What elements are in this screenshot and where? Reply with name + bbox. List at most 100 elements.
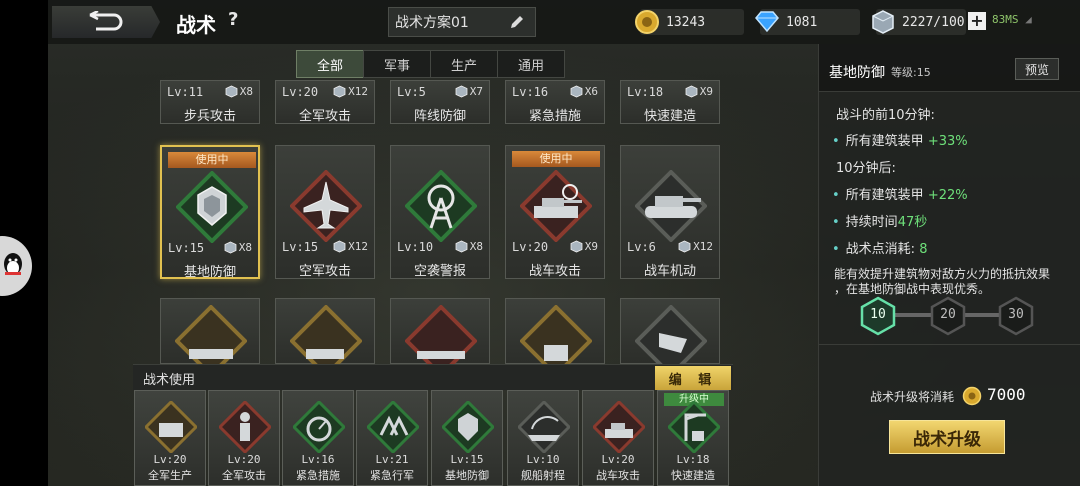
slot-name: 全军生产	[148, 469, 192, 482]
slot-level: Lv:18	[676, 453, 710, 466]
diamond-amount: 1081	[786, 14, 818, 30]
crystal-cube-icon	[455, 240, 468, 253]
loadout-slot[interactable]: Lv:10 舰船射程	[507, 390, 579, 486]
card-level: Lv:20	[282, 85, 319, 99]
upgrade-cost-value: 7000	[987, 385, 1026, 404]
in-use-badge: 使用中	[168, 152, 256, 168]
slot-level: Lv:20	[153, 453, 187, 466]
tier-20-node[interactable]: 20	[928, 296, 968, 336]
gauge-icon	[293, 401, 345, 453]
card-name: 全军攻击	[298, 109, 351, 124]
slot-level: Lv:10	[526, 453, 560, 466]
cost-value: X8	[238, 241, 252, 254]
slot-name: 战车攻击	[596, 469, 640, 482]
bullet-icon: •	[832, 215, 840, 230]
tactic-card[interactable]: Lv:11 X8 步兵攻击	[160, 80, 260, 124]
add-crystal-button[interactable]: +	[968, 12, 986, 30]
tactic-card[interactable]	[620, 298, 720, 377]
tactic-card[interactable]	[505, 298, 605, 377]
cost-value: X8	[469, 240, 483, 253]
crystal-cube-icon	[333, 240, 346, 253]
loadout-slot[interactable]: Lv:15 基地防御	[431, 390, 503, 486]
tactic-card[interactable]: Lv:5 X7 阵线防御	[390, 80, 490, 124]
tactic-card-tank-mobility[interactable]: Lv:6 X12 战车机动	[620, 145, 720, 279]
loadout-slot[interactable]: Lv:20 全军生产	[134, 390, 206, 486]
pencil-icon[interactable]	[509, 13, 525, 31]
tank-target-icon	[520, 170, 592, 242]
crystal-counter: 2227/100	[872, 9, 966, 35]
tab-production[interactable]: 生产	[430, 50, 498, 78]
card-cost: X12	[678, 240, 713, 253]
crystal-cube-icon	[333, 85, 346, 98]
edit-loadout-button[interactable]: 编 辑	[655, 366, 731, 390]
scheme-name-field[interactable]: 战术方案01	[388, 7, 536, 37]
tier-label: 10	[870, 307, 886, 322]
preview-button[interactable]: 预览	[1015, 58, 1059, 80]
tactic-card-air-attack[interactable]: Lv:15 X12 空军攻击	[275, 145, 375, 279]
crane-icon	[668, 401, 720, 453]
cost-value: X12	[348, 85, 368, 98]
game-screen: 战术 ? 战术方案01 13243 1081 2227/100 + 83MS ◢	[0, 0, 1080, 486]
card-level: Lv:5	[397, 85, 426, 99]
loadout-slot[interactable]: Lv:21 紧急行军	[356, 390, 428, 486]
card-level: Lv:6	[627, 240, 656, 254]
loadout-slot[interactable]: Lv:20 战车攻击	[582, 390, 654, 486]
effect-armor-early: • 所有建筑装甲 +33%	[832, 130, 968, 149]
tactic-card-base-defense[interactable]: 使用中 Lv:15 X8 基地防御	[160, 145, 260, 280]
card-name: 战车机动	[643, 264, 696, 279]
tactic-card[interactable]: Lv:18 X9 快速建造	[620, 80, 720, 124]
diamond-counter: 1081	[755, 9, 860, 35]
shield-fortress-icon	[442, 401, 494, 453]
effect-label: 所有建筑装甲	[845, 188, 924, 203]
tactic-card[interactable]: Lv:16 X6 紧急措施	[505, 80, 605, 124]
upgrade-tactic-button[interactable]: 战术升级	[889, 420, 1005, 454]
shield-fortress-icon	[176, 171, 248, 243]
tier-30-node[interactable]: 30	[996, 296, 1036, 336]
tier-10-node[interactable]: 10	[858, 296, 898, 336]
loadout-slot[interactable]: 升级中 Lv:18 快速建造	[657, 390, 729, 486]
card-cost: X8	[225, 85, 253, 98]
scheme-name: 战术方案01	[395, 15, 469, 31]
card-name: 快速建造	[643, 109, 696, 124]
card-cost: X8	[224, 241, 252, 254]
card-cost: X8	[455, 240, 483, 253]
tab-all[interactable]: 全部	[296, 50, 364, 78]
card-level: Lv:16	[512, 85, 549, 99]
crystal-cube-icon	[455, 85, 468, 98]
cost-value: X12	[693, 240, 713, 253]
crystal-cube-icon	[224, 241, 237, 254]
slot-name: 紧急行军	[370, 469, 414, 482]
qq-penguin-icon	[4, 253, 22, 275]
filter-tabs: 全部 军事 生产 通用	[296, 50, 565, 78]
ship-range-icon	[518, 401, 570, 453]
loadout-slot[interactable]: Lv:20 全军攻击	[208, 390, 280, 486]
effect-label: 战术点消耗:	[845, 242, 916, 257]
back-button[interactable]	[52, 6, 160, 38]
detail-header: 基地防御 等级:15 预览	[819, 44, 1080, 92]
tab-general[interactable]: 通用	[497, 50, 565, 78]
loadout-title: 战术使用	[143, 373, 196, 388]
tactic-card[interactable]: Lv:20 X12 全军攻击	[275, 80, 375, 124]
tactic-card-air-raid-alert[interactable]: Lv:10 X8 空袭警报	[390, 145, 490, 279]
crystal-cube-icon	[570, 240, 583, 253]
effect-armor-late: • 所有建筑装甲 +22%	[832, 184, 968, 203]
slot-level: Lv:21	[375, 453, 409, 466]
bullet-icon: •	[832, 188, 840, 203]
tactic-card[interactable]	[160, 298, 260, 377]
card-cost: X12	[333, 85, 368, 98]
tab-military[interactable]: 军事	[363, 50, 431, 78]
slot-name: 基地防御	[445, 469, 489, 482]
tactic-card[interactable]	[275, 298, 375, 377]
card-name: 空军攻击	[298, 264, 351, 279]
tactic-card[interactable]	[390, 298, 490, 377]
network-ping: 83MS ◢	[992, 13, 1032, 26]
slot-name: 快速建造	[671, 469, 715, 482]
gold-amount: 13243	[666, 14, 706, 30]
loadout-slot[interactable]: Lv:16 紧急措施	[282, 390, 354, 486]
card-level: Lv:15	[282, 240, 319, 254]
tank-icon	[635, 170, 707, 242]
bullet-icon: •	[832, 242, 840, 257]
help-button[interactable]: ?	[228, 9, 238, 30]
card-name: 空袭警报	[413, 264, 466, 279]
tactic-card-tank-attack[interactable]: 使用中 Lv:20 X9 战车攻击	[505, 145, 605, 279]
